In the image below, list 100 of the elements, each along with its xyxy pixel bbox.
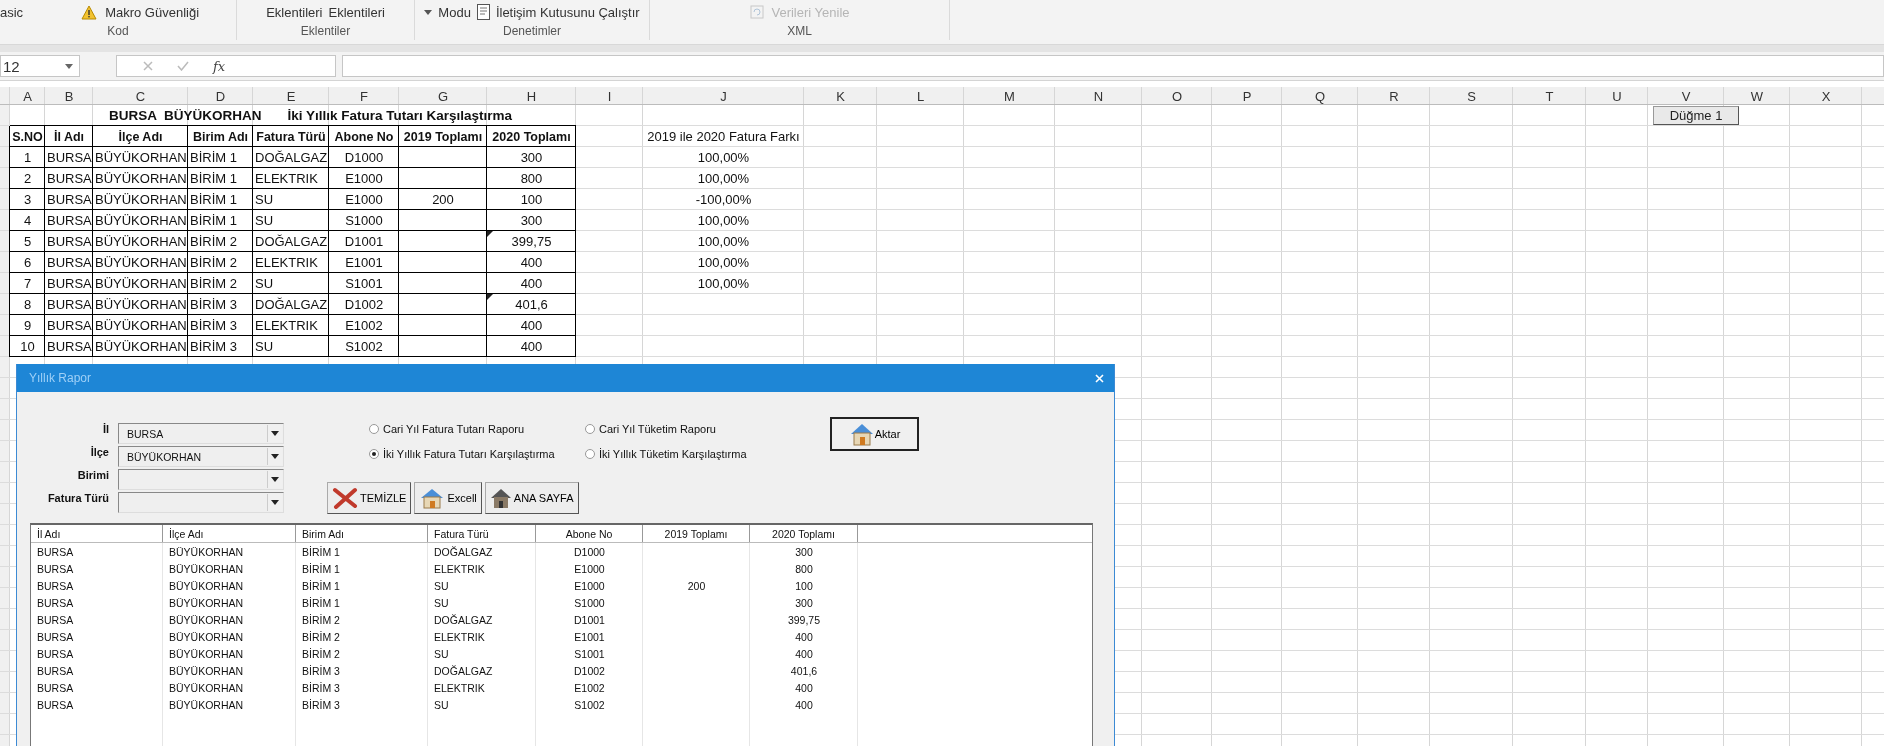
list-column-header[interactable]: Birim Adı	[302, 527, 344, 540]
column-letter[interactable]: P	[1242, 88, 1252, 104]
field-label: Birimi	[76, 469, 110, 481]
table-cell: BURSA	[47, 192, 92, 207]
radio-button[interactable]	[369, 423, 379, 434]
radio-button[interactable]	[585, 448, 595, 459]
column-letter[interactable]: A	[23, 88, 32, 104]
dropdown-field[interactable]: BÜYÜKORHAN	[118, 446, 284, 467]
column-letter[interactable]: F	[360, 88, 368, 104]
dropdown-arrow-icon[interactable]	[271, 500, 279, 505]
sheet-form-button[interactable]: Düğme 1	[1653, 106, 1739, 125]
radio-label[interactable]: Cari Yıl Tüketim Raporu	[599, 422, 716, 435]
formula-input[interactable]	[342, 55, 1884, 77]
list-cell: DOĞALGAZ	[434, 613, 493, 626]
list-cell: 100	[795, 579, 813, 592]
column-letter[interactable]: N	[1093, 88, 1104, 104]
excel-button[interactable]: Excell	[414, 482, 482, 514]
column-header-cell: Fatura Türü	[256, 129, 326, 144]
insert-function-button[interactable]: fx	[213, 58, 226, 74]
dropdown-field[interactable]	[118, 492, 284, 513]
run-dialog-button[interactable]: İletişim Kutusunu Çalıştır	[495, 4, 640, 20]
caret-icon[interactable]	[424, 9, 433, 15]
table-cell: 100,00%	[697, 255, 750, 270]
table-cell: ELEKTRIK	[255, 318, 318, 333]
column-letter[interactable]: X	[1821, 88, 1831, 104]
list-cell: E1002	[574, 681, 605, 694]
column-letter[interactable]: V	[1681, 88, 1691, 104]
radio-button[interactable]	[585, 423, 595, 434]
column-letter[interactable]: L	[916, 88, 925, 104]
column-letter[interactable]: H	[526, 88, 537, 104]
list-cell: BÜYÜKORHAN	[169, 698, 244, 711]
export-button[interactable]: Aktar	[830, 417, 919, 451]
table-cell: 401,6	[515, 297, 548, 312]
field-label: Fatura Türü	[46, 492, 110, 504]
dropdown-field[interactable]	[118, 469, 284, 490]
list-column-header[interactable]: 2020 Toplamı	[772, 527, 835, 540]
list-cell: 399,75	[787, 613, 821, 626]
list-cell: SU	[434, 647, 449, 660]
list-cell: BİRİM 1	[302, 545, 340, 558]
ribbon-group-label: XML	[787, 24, 812, 38]
column-letter[interactable]: T	[1545, 88, 1554, 104]
column-letter[interactable]: W	[1750, 88, 1764, 104]
list-column-header[interactable]: Fatura Türü	[434, 527, 489, 540]
column-letter[interactable]: I	[607, 88, 612, 104]
ribbon-label[interactable]: Eklentileri	[328, 4, 385, 20]
radio-label[interactable]: İki Yıllık Tüketim Karşılaştırma	[599, 447, 747, 460]
dropdown-arrow-icon[interactable]	[271, 431, 279, 436]
table-cell: BİRİM 3	[190, 297, 237, 312]
home-page-button[interactable]: ANA SAYFA	[484, 482, 579, 514]
list-column-header[interactable]: İlçe Adı	[169, 527, 204, 540]
table-cell: 2	[23, 171, 32, 186]
column-letter[interactable]: G	[437, 88, 449, 104]
list-cell: BURSA	[37, 647, 74, 660]
column-letter[interactable]: Q	[1314, 88, 1326, 104]
column-letter[interactable]: D	[215, 88, 226, 104]
list-cell: BURSA	[37, 596, 74, 609]
column-letter[interactable]: C	[135, 88, 146, 104]
list-column-header[interactable]: İl Adı	[37, 527, 61, 540]
table-cell: BİRİM 1	[190, 150, 237, 165]
name-box[interactable]: 12	[0, 55, 80, 77]
radio-button[interactable]	[369, 448, 379, 459]
dropdown-arrow-icon[interactable]	[271, 477, 279, 482]
radio-label[interactable]: Cari Yıl Fatura Tutarı Raporu	[383, 422, 525, 435]
table-cell: BURSA	[47, 276, 92, 291]
macro-security-button[interactable]: Makro Güvenliği	[105, 4, 200, 20]
column-letter[interactable]: E	[286, 88, 296, 104]
ribbon-label[interactable]: asic	[0, 4, 24, 20]
column-letter[interactable]: B	[64, 88, 74, 104]
list-cell: BİRİM 3	[302, 698, 340, 711]
dropdown-arrow-icon[interactable]	[271, 454, 279, 459]
table-cell: 300	[520, 150, 543, 165]
table-cell: BİRİM 3	[190, 318, 237, 333]
table-cell: 300	[520, 213, 543, 228]
ribbon-label[interactable]: Eklentileri	[266, 4, 323, 20]
list-cell: 300	[795, 596, 813, 609]
column-letter[interactable]: U	[1612, 88, 1622, 104]
column-letter[interactable]: M	[1004, 88, 1015, 104]
list-column-header[interactable]: 2019 Toplamı	[664, 527, 728, 540]
list-cell: BURSA	[37, 664, 74, 677]
radio-label[interactable]: İki Yıllık Fatura Tutarı Karşılaştırma	[383, 447, 555, 460]
column-letter[interactable]: S	[1467, 88, 1476, 104]
results-list[interactable]	[30, 523, 1093, 746]
table-cell: ELEKTRIK	[255, 171, 318, 186]
close-icon[interactable]	[1095, 373, 1104, 383]
list-cell: E1000	[574, 579, 605, 592]
table-cell: 100,00%	[697, 213, 750, 228]
column-letter[interactable]: R	[1389, 88, 1399, 104]
dropdown-field[interactable]: BURSA	[118, 423, 284, 444]
table-cell: SU	[255, 339, 274, 354]
column-letter[interactable]: J	[720, 88, 727, 104]
column-letter[interactable]: O	[1171, 88, 1183, 104]
clear-button[interactable]: TEMİZLE	[327, 482, 412, 514]
check-icon[interactable]	[177, 61, 189, 71]
list-cell: BURSA	[37, 630, 74, 643]
list-cell: BURSA	[37, 698, 74, 711]
list-column-header[interactable]: Abone No	[565, 527, 613, 540]
column-letter[interactable]: K	[836, 88, 845, 104]
list-cell: BİRİM 2	[302, 630, 340, 643]
ribbon-label[interactable]: Modu	[438, 4, 471, 20]
table-cell: 4	[23, 213, 32, 228]
